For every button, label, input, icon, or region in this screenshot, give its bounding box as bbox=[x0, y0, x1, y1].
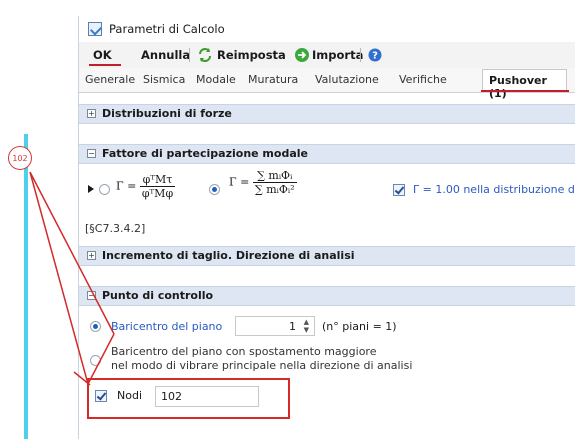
expand-icon[interactable]: + bbox=[87, 109, 96, 118]
ok-underline bbox=[89, 64, 121, 66]
reimposta-label[interactable]: Reimposta bbox=[217, 48, 286, 62]
expand-icon[interactable]: + bbox=[87, 251, 96, 260]
tab-modale[interactable]: Modale bbox=[196, 73, 236, 86]
formula1-lhs: Γ = bbox=[116, 179, 137, 193]
tab-valutazione[interactable]: Valutazione bbox=[315, 73, 379, 86]
formula2-radio[interactable] bbox=[209, 184, 220, 195]
annulla-button[interactable]: Annulla bbox=[141, 48, 190, 62]
formula2-lhs: Γ = bbox=[229, 175, 250, 189]
ok-button[interactable]: OK bbox=[93, 48, 112, 62]
baricentro-radio[interactable] bbox=[90, 321, 101, 332]
active-tab-underline bbox=[481, 90, 569, 92]
baricentro-label: Baricentro del piano bbox=[111, 320, 223, 333]
toolbar-separator bbox=[189, 48, 190, 62]
toolbar: OK Annulla Reimposta Importa ? bbox=[79, 42, 575, 68]
parametri-di-calcolo-window: Parametri di Calcolo OK Annulla Reimpost… bbox=[78, 16, 575, 439]
formula1-radio[interactable] bbox=[99, 184, 110, 195]
svg-text:?: ? bbox=[372, 51, 378, 62]
formula1-numerator: φᵀMτ bbox=[139, 173, 176, 187]
formula-gamma-sum: Γ = ∑ mᵢΦᵢ ∑ mᵢΦᵢ² bbox=[229, 169, 297, 196]
window-title: Parametri di Calcolo bbox=[109, 22, 225, 36]
title-bar: Parametri di Calcolo bbox=[79, 16, 575, 42]
tab-pushover[interactable]: Pushover (1) bbox=[482, 69, 567, 100]
collapse-icon[interactable]: − bbox=[87, 149, 96, 158]
tab-bar: Generale Sismica Modale Muratura Valutaz… bbox=[79, 68, 575, 100]
reimposta-button[interactable] bbox=[197, 46, 217, 64]
section-title: Fattore di partecipazione modale bbox=[102, 147, 308, 160]
section-title: Incremento di taglio. Direzione di anali… bbox=[102, 249, 355, 262]
option2-line2: nel modo di vibrare principale nella dir… bbox=[111, 359, 413, 372]
node-marker-102[interactable]: 102 bbox=[8, 146, 32, 170]
import-arrow-icon[interactable] bbox=[294, 47, 310, 63]
formula1-fraction: φᵀMτ φᵀMφ bbox=[139, 173, 176, 200]
formula1-denominator: φᵀMφ bbox=[141, 187, 174, 200]
formula2-fraction: ∑ mᵢΦᵢ ∑ mᵢΦᵢ² bbox=[252, 169, 297, 196]
piani-count-label: (n° piani = 1) bbox=[322, 320, 397, 333]
section-title: Punto di controllo bbox=[102, 289, 214, 302]
app-icon bbox=[88, 22, 102, 36]
current-row-arrow-icon bbox=[88, 185, 94, 193]
gamma-one-label: Γ = 1.00 nella distribuzione di f bbox=[413, 183, 575, 196]
cyan-vertical-line bbox=[24, 134, 28, 439]
option2-line1: Baricentro del piano con spostamento mag… bbox=[111, 345, 377, 358]
tab-pushover-label: Pushover (1) bbox=[489, 74, 547, 100]
help-icon[interactable]: ? bbox=[368, 48, 382, 62]
tab-verifiche[interactable]: Verifiche bbox=[399, 73, 447, 86]
tab-sismica[interactable]: Sismica bbox=[143, 73, 185, 86]
section-incremento-di-taglio[interactable]: + Incremento di taglio. Direzione di ana… bbox=[79, 246, 575, 266]
formula2-denominator: ∑ mᵢΦᵢ² bbox=[254, 183, 295, 196]
toolbar-separator-2 bbox=[360, 48, 361, 62]
baricentro-spostamento-label: Baricentro del piano con spostamento mag… bbox=[111, 345, 412, 373]
piano-spinner[interactable]: 1 ▲ ▼ bbox=[235, 316, 315, 336]
tab-muratura[interactable]: Muratura bbox=[248, 73, 298, 86]
reference-label: [§C7.3.4.2] bbox=[85, 222, 146, 235]
section-distribuzioni-di-forze[interactable]: + Distribuzioni di forze bbox=[79, 104, 575, 124]
formula-gamma-phi: Γ = φᵀMτ φᵀMφ bbox=[116, 173, 176, 200]
collapse-icon[interactable]: − bbox=[87, 291, 96, 300]
tab-generale[interactable]: Generale bbox=[85, 73, 135, 86]
baricentro-spostamento-radio[interactable] bbox=[90, 355, 101, 366]
refresh-icon bbox=[199, 48, 211, 62]
section-title: Distribuzioni di forze bbox=[102, 107, 232, 120]
highlight-box bbox=[87, 378, 290, 419]
section-fattore-partecipazione[interactable]: − Fattore di partecipazione modale bbox=[79, 144, 575, 164]
formula2-numerator: ∑ mᵢΦᵢ bbox=[252, 169, 297, 183]
piano-spinner-value: 1 bbox=[289, 320, 296, 333]
importa-button[interactable]: Importa bbox=[312, 48, 363, 62]
spinner-arrows-icon[interactable]: ▲ ▼ bbox=[304, 318, 309, 334]
section-punto-di-controllo[interactable]: − Punto di controllo bbox=[79, 286, 575, 306]
gamma-one-checkbox[interactable] bbox=[393, 184, 405, 196]
node-marker-label: 102 bbox=[12, 153, 28, 163]
